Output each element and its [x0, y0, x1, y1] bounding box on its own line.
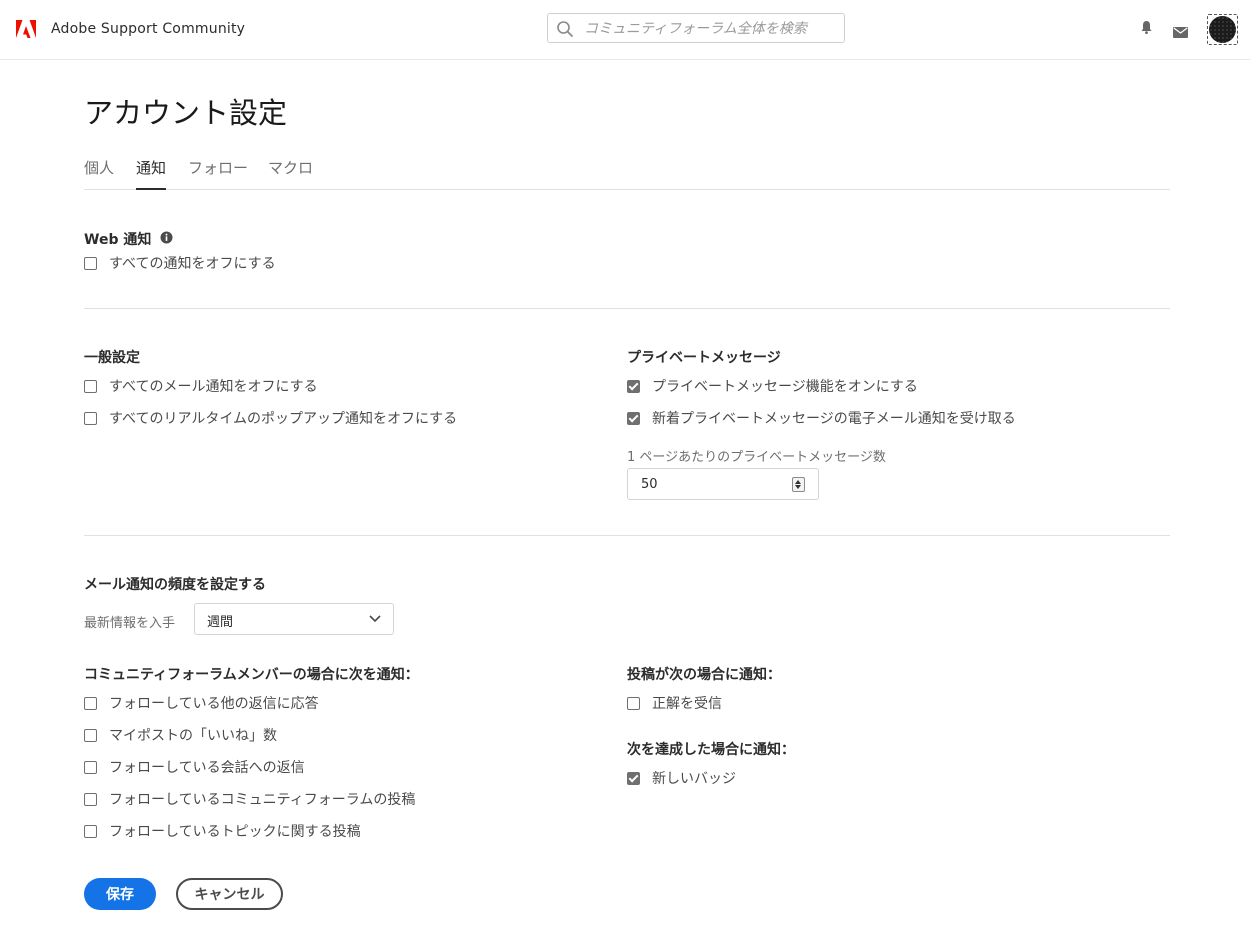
- turn-off-all-notifications-option[interactable]: すべての通知をオフにする: [84, 253, 276, 273]
- notify-likes-option[interactable]: マイポストの「いいね」数: [84, 725, 277, 745]
- checkbox-checked[interactable]: [627, 379, 640, 393]
- email-frequency-title: メール通知の頻度を設定する: [84, 577, 266, 593]
- save-button[interactable]: 保存: [84, 878, 156, 910]
- mail-icon[interactable]: [1173, 23, 1188, 42]
- page-title: アカウント設定: [84, 96, 288, 130]
- messages-per-page-label: 1 ページあたりのプライベートメッセージ数: [627, 450, 886, 465]
- notify-new-badge-option[interactable]: 新しいバッジ: [627, 768, 736, 788]
- selected-frequency: 週間: [207, 615, 234, 630]
- checkbox[interactable]: [84, 256, 97, 270]
- bell-icon[interactable]: [1140, 20, 1153, 39]
- info-icon[interactable]: [160, 231, 173, 248]
- checkbox[interactable]: [84, 728, 97, 742]
- member-notify-title: コミュニティフォーラムメンバーの場合に次を通知：: [84, 667, 419, 683]
- cancel-button[interactable]: キャンセル: [176, 878, 283, 910]
- site-name[interactable]: Adobe Support Community: [51, 21, 245, 37]
- private-messages-title: プライベートメッセージ: [627, 350, 781, 366]
- checkbox[interactable]: [84, 696, 97, 710]
- option-label: プライベートメッセージ機能をオンにする: [652, 379, 918, 395]
- checkbox-checked[interactable]: [627, 771, 640, 785]
- option-label: 新着プライベートメッセージの電子メール通知を受け取る: [652, 411, 1016, 427]
- notify-conversation-replies-option[interactable]: フォローしている会話への返信: [84, 757, 305, 777]
- checkbox[interactable]: [84, 379, 97, 393]
- number-spinner[interactable]: [792, 477, 805, 492]
- adobe-logo-icon[interactable]: [16, 20, 36, 38]
- notify-topic-posts-option[interactable]: フォローしているトピックに関する投稿: [84, 821, 361, 841]
- tab-notifications[interactable]: 通知: [136, 157, 167, 190]
- spinner-down-icon[interactable]: [795, 485, 801, 489]
- search-icon: [557, 21, 573, 37]
- tab-bar: 個人 通知 フォロー マクロ: [84, 157, 1170, 190]
- turn-off-popup-notifications-option[interactable]: すべてのリアルタイムのポップアップ通知をオフにする: [84, 408, 457, 428]
- tab-personal[interactable]: 個人: [84, 157, 114, 188]
- option-label: フォローしているコミュニティフォーラムの投稿: [109, 792, 416, 808]
- post-notify-title: 投稿が次の場合に通知：: [627, 667, 781, 683]
- email-frequency-label: 最新情報を入手: [84, 616, 176, 631]
- notify-accepted-solution-option[interactable]: 正解を受信: [627, 693, 722, 713]
- messages-per-page-value[interactable]: 50: [641, 477, 658, 492]
- notify-forum-posts-option[interactable]: フォローしているコミュニティフォーラムの投稿: [84, 789, 415, 809]
- option-label: すべてのメール通知をオフにする: [109, 379, 318, 395]
- section-divider: [84, 535, 1170, 536]
- turn-off-email-notifications-option[interactable]: すべてのメール通知をオフにする: [84, 376, 318, 396]
- checkbox[interactable]: [84, 824, 97, 838]
- web-notifications-title-text: Web 通知: [84, 232, 152, 248]
- top-header: Adobe Support Community: [0, 0, 1250, 60]
- notify-replies-option[interactable]: フォローしている他の返信に応答: [84, 693, 319, 713]
- checkbox[interactable]: [84, 760, 97, 774]
- avatar[interactable]: [1207, 14, 1238, 45]
- option-label: フォローしているトピックに関する投稿: [109, 824, 361, 840]
- search-input[interactable]: [582, 17, 841, 41]
- option-label: フォローしている会話への返信: [109, 760, 305, 776]
- checkbox-checked[interactable]: [627, 411, 640, 425]
- web-notifications-title: Web 通知: [84, 229, 173, 249]
- tab-follow[interactable]: フォロー: [188, 157, 248, 188]
- email-private-messages-option[interactable]: 新着プライベートメッセージの電子メール通知を受け取る: [627, 408, 1016, 428]
- option-label: フォローしている他の返信に応答: [109, 696, 319, 712]
- general-settings-title: 一般設定: [84, 350, 140, 366]
- checkbox[interactable]: [84, 792, 97, 806]
- messages-per-page-input[interactable]: 50: [627, 468, 819, 500]
- section-divider: [84, 308, 1170, 309]
- tab-macro[interactable]: マクロ: [268, 157, 313, 188]
- search-box[interactable]: [547, 13, 845, 43]
- checkbox[interactable]: [627, 696, 640, 710]
- chevron-down-icon: [369, 615, 381, 623]
- spinner-up-icon[interactable]: [795, 480, 801, 484]
- enable-private-messages-option[interactable]: プライベートメッセージ機能をオンにする: [627, 376, 918, 396]
- option-label: すべてのリアルタイムのポップアップ通知をオフにする: [109, 411, 458, 427]
- checkbox[interactable]: [84, 411, 97, 425]
- achievement-notify-title: 次を達成した場合に通知：: [627, 742, 795, 758]
- option-label: すべての通知をオフにする: [109, 256, 276, 272]
- email-frequency-select[interactable]: 週間: [194, 603, 394, 635]
- option-label: マイポストの「いいね」数: [109, 728, 277, 744]
- option-label: 正解を受信: [652, 696, 722, 712]
- option-label: 新しいバッジ: [652, 771, 736, 787]
